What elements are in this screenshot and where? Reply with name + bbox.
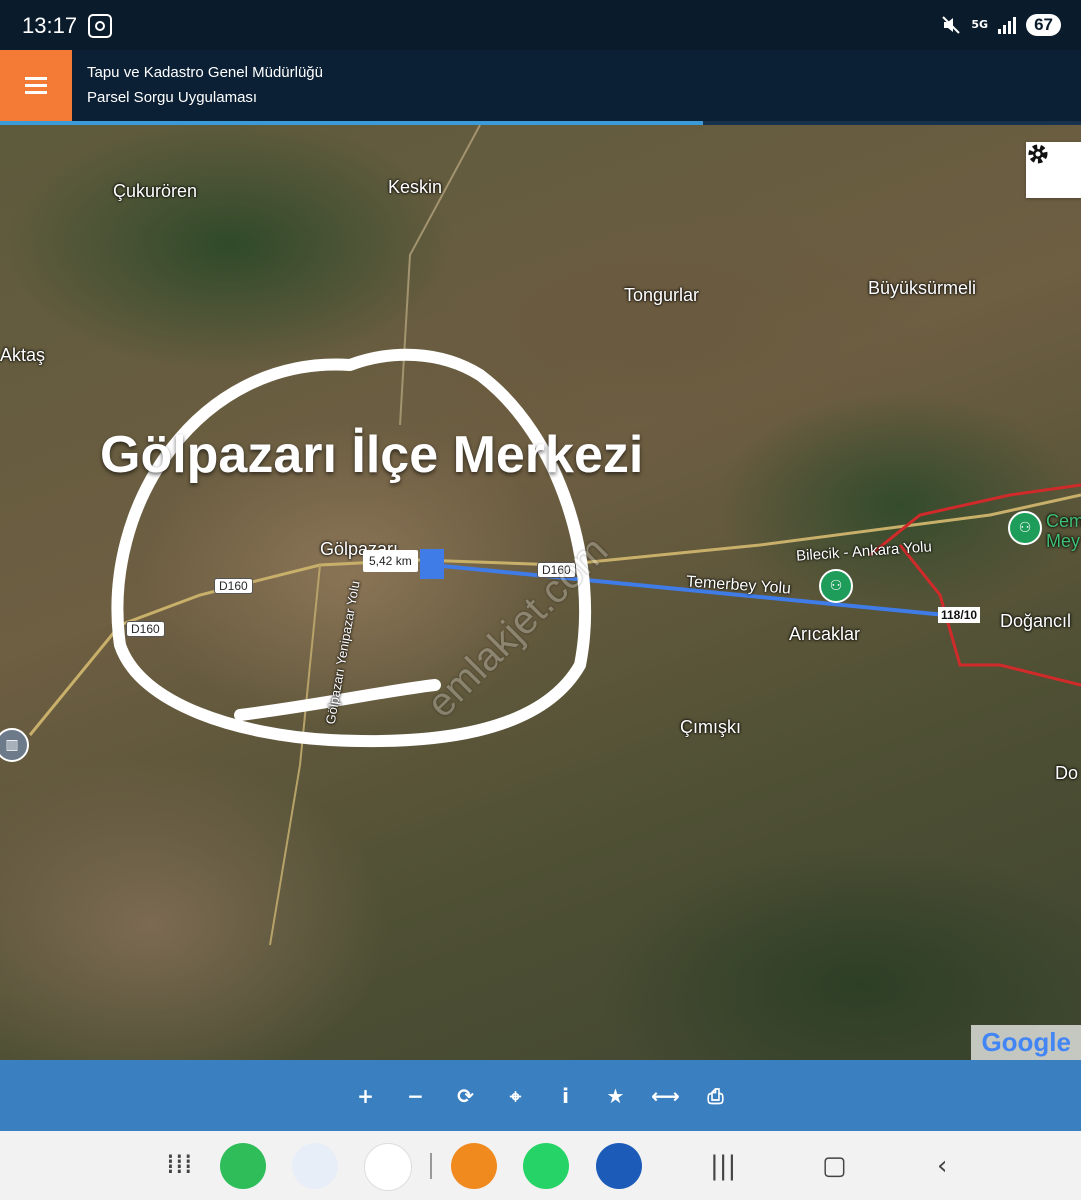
measure-distance-label: 5,42 km — [363, 550, 418, 572]
overlay-title: Gölpazarı İlçe Merkezi — [100, 426, 644, 484]
road-yenipazar — [269, 564, 321, 946]
back-icon[interactable]: ‹ — [937, 1151, 947, 1181]
app-title-line2: Parsel Sorgu Uygulaması — [87, 89, 258, 106]
locate-button[interactable]: ⌖ — [505, 1084, 527, 1108]
dock-divider — [430, 1153, 432, 1179]
favorite-button[interactable]: ★ — [605, 1084, 627, 1108]
home-icon[interactable]: ▢ — [822, 1151, 847, 1181]
park-pin-icon[interactable]: ⚇ — [1008, 511, 1042, 545]
place-cukuroren: Çukurören — [113, 181, 198, 201]
park-pin-icon[interactable]: ⚇ — [819, 569, 853, 603]
place-mey: Mey — [1046, 531, 1081, 551]
parsel-app-icon[interactable] — [596, 1143, 642, 1189]
map-toolbar: + − ⟳ ⌖ i ★ ⟷ ⎙ — [0, 1060, 1081, 1131]
settings-button[interactable] — [1026, 142, 1081, 198]
app-title-line1: Tapu ve Kadastro Genel Müdürlüğü — [87, 64, 323, 81]
road-north — [399, 125, 481, 426]
road-badge-d160: D160 — [126, 621, 165, 637]
place-dogancil: Doğancıl — [1000, 611, 1072, 631]
app-title: Tapu ve Kadastro Genel Müdürlüğü Parsel … — [87, 60, 323, 110]
zoom-out-button[interactable]: − — [405, 1084, 427, 1108]
refresh-button[interactable]: ⟳ — [455, 1084, 477, 1108]
place-keskin: Keskin — [388, 177, 443, 197]
place-tongurlar: Tongurlar — [624, 285, 700, 305]
place-aktas: Aktaş — [0, 345, 46, 365]
google-logo: Google — [971, 1025, 1081, 1060]
info-button[interactable]: i — [555, 1084, 577, 1108]
phone-app-icon[interactable] — [220, 1143, 266, 1189]
road-badge-d160: D160 — [214, 578, 253, 594]
place-cimiski: Çımışkı — [680, 717, 741, 737]
status-time: 13:17 — [22, 13, 78, 38]
whatsapp-app-icon[interactable] — [523, 1143, 569, 1189]
map-view[interactable]: Gölpazarı İlçe Merkezi Çukurören Keskin … — [0, 125, 1081, 1060]
status-icons: 5G 67 — [941, 12, 1061, 38]
place-buyuksurmeli: Büyüksürmeli — [868, 278, 977, 298]
network-type-icon: 5G — [971, 18, 989, 31]
messages-app-icon[interactable] — [292, 1143, 338, 1189]
measure-button[interactable]: ⟷ — [651, 1084, 680, 1108]
place-aricaklar: Arıcaklar — [789, 624, 861, 644]
gear-icon — [1028, 144, 1048, 164]
measure-handle[interactable] — [420, 549, 444, 579]
place-cem: Cem — [1046, 511, 1081, 531]
google-logo-text: Google — [981, 1027, 1071, 1057]
battery-icon: 67 — [1026, 14, 1061, 36]
status-bar: 13:17 5G 67 — [0, 0, 1081, 50]
parcel-label[interactable]: 118/10 — [938, 607, 981, 623]
tkgm-app-icon[interactable] — [451, 1143, 497, 1189]
app-icon[interactable] — [364, 1143, 412, 1191]
print-button[interactable]: ⎙ — [705, 1084, 727, 1108]
screenshot-icon — [88, 14, 112, 38]
menu-button[interactable] — [0, 50, 72, 121]
hamburger-icon — [25, 84, 47, 87]
mute-icon — [941, 15, 961, 35]
system-nav-bar: ⁞⁞⁞ ||| ▢ ‹ — [0, 1131, 1081, 1200]
app-drawer-icon[interactable]: ⁞⁞⁞ — [166, 1147, 193, 1180]
app-header: Tapu ve Kadastro Genel Müdürlüğü Parsel … — [0, 50, 1081, 121]
zoom-in-button[interactable]: + — [355, 1084, 377, 1108]
signal-icon — [998, 16, 1017, 34]
place-do: Do — [1055, 763, 1079, 783]
recent-apps-icon[interactable]: ||| — [710, 1151, 736, 1181]
